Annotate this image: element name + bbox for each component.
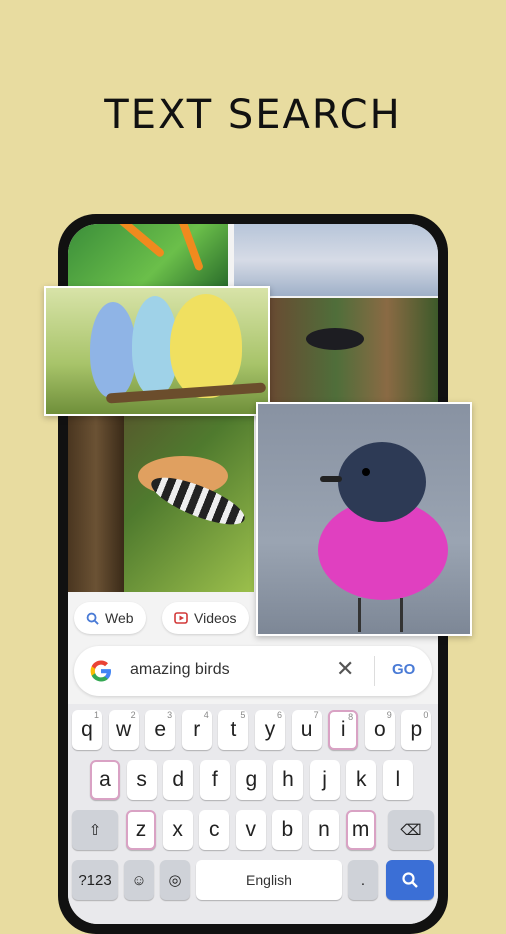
bird-image-tile[interactable] [68,224,228,286]
key-f[interactable]: f [199,760,230,800]
feather-shape [175,224,205,272]
key-d[interactable]: d [163,760,194,800]
key-m[interactable]: m [345,810,376,850]
key-g[interactable]: g [236,760,267,800]
videos-chip[interactable]: Videos [162,602,249,634]
search-icon [402,872,418,888]
key-u[interactable]: u7 [291,710,322,750]
robin-eye-shape [362,468,370,476]
globe-icon[interactable]: ◎ [160,860,190,900]
key-h[interactable]: h [273,760,303,800]
videos-chip-label: Videos [194,610,237,626]
search-query-text[interactable]: amazing birds [130,661,230,679]
key-hint-label: 4 [203,710,209,720]
key-i[interactable]: i8 [328,710,359,750]
key-hint-label: 2 [130,710,136,720]
google-logo-icon [90,660,111,682]
robin-leg-shape [400,598,403,632]
web-chip-label: Web [105,610,134,626]
backspace-key[interactable]: ⌫ [388,810,434,850]
shift-key[interactable]: ⇧ [72,810,118,850]
key-hint-label: 8 [348,712,354,722]
search-filter-chips: Web Videos [68,592,258,642]
play-icon [174,612,188,624]
key-y[interactable]: y6 [255,710,285,750]
key-b[interactable]: b [272,810,303,850]
key-hint-label: 1 [93,710,99,720]
emoji-key[interactable]: ☺ [124,860,154,900]
robin-beak-shape [320,476,342,482]
bird-image-tile[interactable] [268,298,438,402]
key-hint-label: 7 [313,710,319,720]
feather-shape [114,224,166,259]
yellow-budgie-shape [170,294,242,398]
key-hint-label: 5 [240,710,246,720]
key-l[interactable]: l [382,760,413,800]
key-j[interactable]: j [309,760,340,800]
pink-robin-image[interactable] [256,402,472,636]
key-x[interactable]: x [162,810,193,850]
key-e[interactable]: e3 [145,710,176,750]
space-bar[interactable]: English [196,860,342,900]
key-c[interactable]: c [199,810,230,850]
key-o[interactable]: o9 [364,710,395,750]
key-w[interactable]: w2 [108,710,139,750]
robin-head-shape [338,442,426,522]
search-bar[interactable]: amazing birds ✕ GO [74,646,432,696]
key-v[interactable]: v [235,810,266,850]
search-icon [86,612,99,625]
search-key[interactable] [386,860,434,900]
key-t[interactable]: t5 [218,710,249,750]
page-headline: TEXT SEARCH [104,92,402,138]
on-screen-keyboard: q 1 w 2 e 3 r 4 t 5 y 6 u 7 i 8 o 9 p 0 a s d f g h j k l ⇧ z x c v b n m ⌫ ?1… [68,704,438,924]
key-z[interactable]: z [126,810,156,850]
key-k[interactable]: k [346,760,377,800]
key-hint-label: 3 [167,710,173,720]
blue-budgie-shape [90,302,136,398]
key-n[interactable]: n [309,810,339,850]
period-key[interactable]: . [348,860,378,900]
bird-shape [306,328,364,350]
clear-icon[interactable]: ✕ [336,657,354,682]
robin-leg-shape [358,598,361,632]
tree-trunk-shape [68,416,124,592]
budgies-image[interactable] [44,286,270,416]
key-q[interactable]: q1 [72,710,102,750]
key-r[interactable]: r4 [181,710,212,750]
divider [374,656,375,686]
symbols-key[interactable]: ?123 [72,860,118,900]
go-button[interactable]: GO [392,661,415,678]
bird-image-tile[interactable] [68,416,254,592]
key-hint-label: 9 [386,710,392,720]
key-hint-label: 6 [276,710,282,720]
key-hint-label: 0 [423,710,429,720]
key-a[interactable]: a [90,760,120,800]
web-chip[interactable]: Web [74,602,146,634]
key-s[interactable]: s [126,760,157,800]
key-p[interactable]: p0 [401,710,432,750]
